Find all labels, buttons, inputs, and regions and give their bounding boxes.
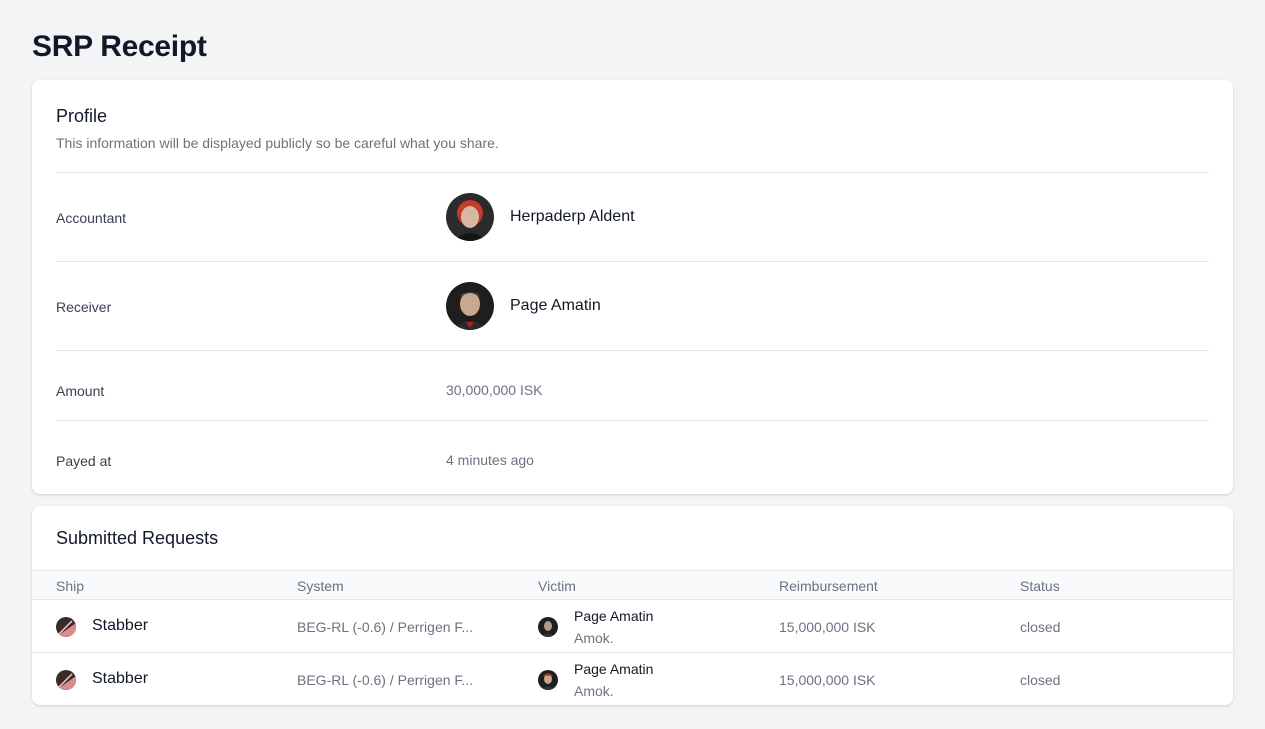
reimbursement-value: 15,000,000 ISK	[779, 619, 876, 635]
column-header-system: System	[297, 578, 344, 594]
ship-icon	[56, 670, 76, 690]
character-portrait-icon	[446, 193, 494, 241]
table-row[interactable]: Stabber BEG-RL (-0.6) / Perrigen F... Pa…	[32, 600, 1233, 653]
payed-at-value: 4 minutes ago	[446, 452, 534, 468]
ship-name[interactable]: Stabber	[92, 617, 148, 635]
accountant-label: Accountant	[56, 210, 127, 226]
amount-label: Amount	[56, 383, 105, 399]
status-value: closed	[1020, 619, 1061, 635]
victim-corporation: Amok.	[574, 683, 614, 699]
accountant-person[interactable]: Herpaderp Aldent	[446, 193, 635, 241]
requests-heading: Submitted Requests	[56, 528, 219, 548]
system-name[interactable]: BEG-RL (-0.6) / Perrigen F...	[297, 672, 492, 688]
victim-name[interactable]: Page Amatin	[574, 608, 653, 624]
character-portrait-icon	[446, 282, 494, 330]
ship-name[interactable]: Stabber	[92, 670, 148, 688]
divider	[56, 350, 1209, 351]
column-header-victim: Victim	[538, 578, 576, 594]
table-header: Ship System Victim Reimbursement Status	[32, 570, 1233, 600]
receiver-label: Receiver	[56, 299, 112, 315]
column-header-reimbursement: Reimbursement	[779, 578, 878, 594]
accountant-name: Herpaderp Aldent	[510, 208, 635, 225]
profile-heading: Profile	[56, 106, 108, 126]
divider	[56, 420, 1209, 421]
divider	[56, 172, 1209, 173]
column-header-status: Status	[1020, 578, 1060, 594]
profile-card: Profile This information will be display…	[32, 80, 1233, 494]
ship-icon	[56, 617, 76, 637]
amount-value: 30,000,000 ISK	[446, 382, 543, 398]
status-value: closed	[1020, 672, 1061, 688]
receiver-person[interactable]: Page Amatin	[446, 282, 601, 330]
victim-portrait-icon	[538, 670, 558, 690]
page-title: SRP Receipt	[32, 30, 207, 63]
requests-card: Submitted Requests Ship System Victim Re…	[32, 506, 1233, 705]
victim-corporation: Amok.	[574, 630, 614, 646]
system-name[interactable]: BEG-RL (-0.6) / Perrigen F...	[297, 619, 492, 635]
divider	[56, 261, 1209, 262]
payed-at-label: Payed at	[56, 453, 112, 469]
table-row[interactable]: Stabber BEG-RL (-0.6) / Perrigen F... Pa…	[32, 653, 1233, 705]
profile-subheading: This information will be displayed publi…	[56, 135, 499, 151]
reimbursement-value: 15,000,000 ISK	[779, 672, 876, 688]
victim-name[interactable]: Page Amatin	[574, 661, 653, 677]
column-header-ship: Ship	[56, 578, 85, 594]
receiver-name: Page Amatin	[510, 297, 601, 314]
victim-portrait-icon	[538, 617, 558, 637]
